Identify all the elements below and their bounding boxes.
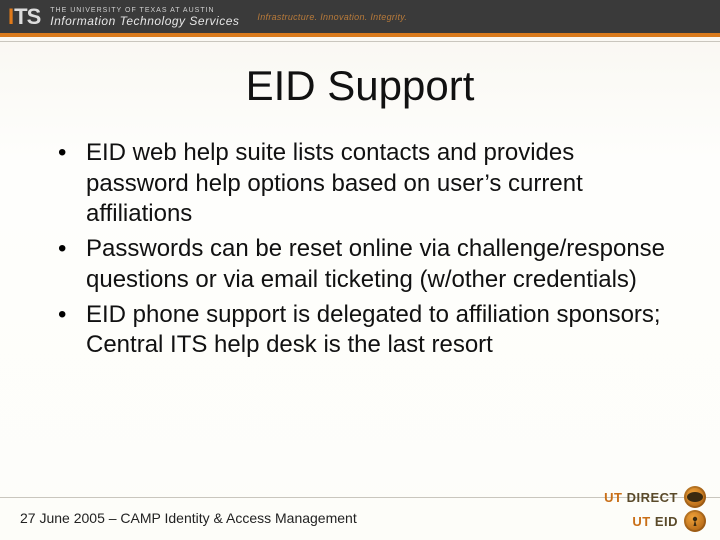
eye-icon xyxy=(684,486,706,508)
footer-text: 27 June 2005 – CAMP Identity & Access Ma… xyxy=(20,510,357,526)
footer-logos: UT DIRECT UT EID xyxy=(604,486,706,532)
header-bar: ITS THE UNIVERSITY OF TEXAS AT AUSTIN In… xyxy=(0,0,720,33)
list-item: Passwords can be reset online via challe… xyxy=(54,234,680,295)
header-accent-rule xyxy=(0,33,720,37)
its-logo-ts: TS xyxy=(14,4,40,30)
ut-eid-label: EID xyxy=(655,514,678,529)
ut-eid-logo: UT EID xyxy=(632,510,706,532)
department-name: Information Technology Services xyxy=(50,15,239,27)
keyhole-icon xyxy=(684,510,706,532)
header-text: THE UNIVERSITY OF TEXAS AT AUSTIN Inform… xyxy=(50,7,239,27)
its-logo: ITS xyxy=(8,4,40,30)
list-item: EID web help suite lists contacts and pr… xyxy=(54,138,680,230)
header-tagline: Infrastructure. Innovation. Integrity. xyxy=(257,12,407,22)
ut-eid-ut: UT xyxy=(632,514,650,529)
header-divider xyxy=(0,41,720,42)
slide-title: EID Support xyxy=(0,62,720,110)
ut-direct-label: DIRECT xyxy=(627,490,678,505)
slide-content: EID web help suite lists contacts and pr… xyxy=(54,138,680,365)
ut-direct-logo: UT DIRECT xyxy=(604,486,706,508)
slide: ITS THE UNIVERSITY OF TEXAS AT AUSTIN In… xyxy=(0,0,720,540)
university-name: THE UNIVERSITY OF TEXAS AT AUSTIN xyxy=(50,7,239,14)
bullet-list: EID web help suite lists contacts and pr… xyxy=(54,138,680,361)
list-item: EID phone support is delegated to affili… xyxy=(54,300,680,361)
ut-direct-ut: UT xyxy=(604,490,622,505)
